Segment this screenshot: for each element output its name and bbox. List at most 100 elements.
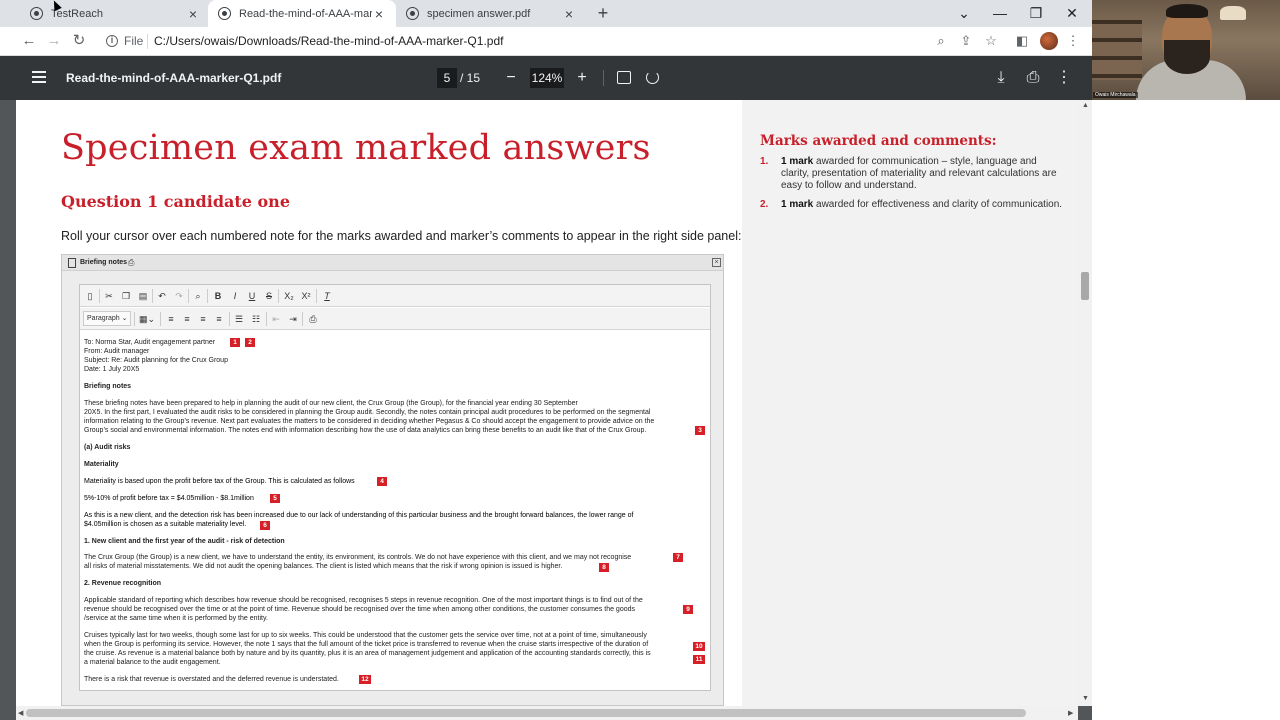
body-line: when the Group is performing its service… — [84, 641, 649, 648]
note-badge-7[interactable]: 7 — [673, 553, 683, 562]
profile-avatar[interactable] — [1040, 32, 1058, 50]
tab-marker-pdf[interactable]: Read-the-mind-of-AAA-marker-Q1.pdf × — [208, 0, 396, 27]
table-icon[interactable]: ▦⌄ — [137, 312, 157, 326]
new-tab-button[interactable]: + — [593, 3, 613, 23]
hamburger-menu-icon[interactable] — [32, 71, 46, 83]
note-badge-10[interactable]: 10 — [693, 642, 705, 651]
body-line: As this is a new client, and the detecti… — [84, 512, 634, 519]
toolbar-separator — [152, 289, 153, 303]
close-icon[interactable]: × — [712, 258, 721, 267]
undo-icon[interactable]: ↶ — [155, 289, 169, 303]
note-badge-11[interactable]: 11 — [693, 655, 705, 664]
strikethrough-icon[interactable]: S — [262, 289, 276, 303]
print-icon[interactable]: ⎙ — [128, 258, 134, 268]
clear-format-icon[interactable]: T — [320, 289, 334, 303]
bold-icon[interactable]: B — [211, 289, 225, 303]
bullet-list-icon[interactable]: ☰ — [232, 312, 246, 326]
mark-detail: awarded for effectiveness and clarity of… — [813, 199, 1063, 210]
align-justify-icon[interactable]: ≡ — [212, 312, 226, 326]
mark-value: 1 mark — [781, 199, 814, 210]
download-icon[interactable]: ⤓ — [990, 67, 1012, 89]
zoom-out-button[interactable]: − — [500, 67, 522, 89]
back-arrow-icon[interactable]: ← — [19, 31, 39, 51]
fit-to-page-icon[interactable] — [617, 71, 631, 84]
print-icon[interactable]: ⎙ — [1022, 67, 1044, 89]
presenter-hair — [1166, 4, 1208, 18]
find-icon[interactable]: ⌕ — [191, 289, 205, 303]
globe-favicon-icon — [406, 7, 419, 20]
close-window-button[interactable]: ✕ — [1060, 2, 1084, 24]
superscript-icon[interactable]: X² — [299, 289, 313, 303]
side-panel-icon[interactable]: ◧ — [1013, 32, 1031, 50]
zoom-magnifier-icon[interactable]: ⌕ — [932, 32, 950, 50]
minimize-button[interactable]: — — [988, 2, 1012, 24]
tab-title: specimen answer.pdf — [427, 7, 531, 20]
note-badge-4[interactable]: 4 — [377, 477, 387, 486]
tab-specimen-answer[interactable]: specimen answer.pdf × — [396, 0, 586, 27]
pdf-page: Specimen exam marked answers Question 1 … — [16, 100, 1078, 706]
forward-arrow-icon[interactable]: → — [44, 31, 64, 51]
tab-testreach[interactable]: TestReach × — [20, 0, 210, 27]
note-badge-8[interactable]: 8 — [599, 563, 609, 572]
bookmark-star-icon[interactable]: ☆ — [982, 32, 1000, 50]
note-badge-2[interactable]: 2 — [245, 338, 255, 347]
align-right-icon[interactable]: ≡ — [196, 312, 210, 326]
zoom-in-button[interactable]: + — [571, 67, 593, 89]
align-center-icon[interactable]: ≡ — [180, 312, 194, 326]
more-actions-icon[interactable]: ⋮ — [1053, 67, 1075, 89]
toolbar-separator — [278, 289, 279, 303]
cut-icon[interactable]: ✂ — [102, 289, 116, 303]
note-badge-3[interactable]: 3 — [695, 426, 705, 435]
new-client-heading: 1. New client and the first year of the … — [84, 538, 285, 545]
paragraph-format-select[interactable]: Paragraph ⌄ — [83, 311, 131, 326]
tab-close-icon[interactable]: × — [562, 6, 576, 22]
underline-icon[interactable]: U — [245, 289, 259, 303]
subscript-icon[interactable]: X₂ — [282, 289, 296, 303]
align-left-icon[interactable]: ≡ — [164, 312, 178, 326]
numbered-list-icon[interactable]: ☷ — [249, 312, 263, 326]
restore-button[interactable]: ❐ — [1024, 2, 1048, 24]
scroll-left-arrow-icon[interactable]: ◀ — [18, 709, 23, 717]
redo-icon[interactable]: ↷ — [172, 289, 186, 303]
horizontal-scrollbar[interactable]: ◀ ▶ — [16, 706, 1078, 720]
tab-close-icon[interactable]: × — [372, 6, 386, 22]
paste-icon[interactable]: ▤ — [136, 289, 150, 303]
print-icon[interactable]: ⎙ — [306, 312, 320, 326]
info-icon[interactable]: i — [106, 35, 118, 47]
memo-date: Date: 1 July 20X5 — [84, 366, 140, 373]
zoom-level-input[interactable]: 124% — [530, 68, 564, 88]
scroll-down-arrow-icon[interactable]: ▼ — [1082, 695, 1089, 702]
tab-close-icon[interactable]: × — [186, 6, 200, 22]
pdf-title: Read-the-mind-of-AAA-marker-Q1.pdf — [66, 71, 282, 85]
scroll-right-arrow-icon[interactable]: ▶ — [1068, 709, 1073, 717]
page-number-input[interactable]: 5 — [437, 68, 457, 88]
note-badge-12[interactable]: 12 — [359, 675, 371, 684]
rotate-icon[interactable] — [646, 71, 659, 84]
body-line: There is a risk that revenue is overstat… — [84, 676, 339, 683]
italic-icon[interactable]: I — [228, 289, 242, 303]
note-badge-1[interactable]: 1 — [230, 338, 240, 347]
editor-content[interactable]: To: Norma Star, Audit engagement partner… — [80, 331, 710, 691]
share-icon[interactable]: ⇪ — [957, 32, 975, 50]
briefing-notes-widget: Briefing notes ⎙ × ▯ ✂ ❐ ▤ ↶ ↷ ⌕ B I U S… — [61, 254, 724, 706]
vertical-scroll-thumb[interactable] — [1081, 272, 1089, 300]
tab-title: TestReach — [51, 7, 103, 20]
briefing-heading: Briefing notes — [84, 383, 132, 390]
indent-icon[interactable]: ⇥ — [286, 312, 300, 326]
body-line: revenue should be recognised over the ti… — [84, 606, 635, 613]
vertical-scrollbar[interactable]: ▲ ▼ — [1078, 100, 1092, 706]
copy-icon[interactable]: ❐ — [119, 289, 133, 303]
note-badge-6[interactable]: 6 — [260, 521, 270, 530]
note-badge-9[interactable]: 9 — [683, 605, 693, 614]
address-bar-url[interactable]: C:/Users/owais/Downloads/Read-the-mind-o… — [154, 34, 503, 48]
note-badge-5[interactable]: 5 — [270, 494, 280, 503]
browser-menu-icon[interactable]: ⋮ — [1064, 32, 1082, 50]
tab-search-chevron-icon[interactable]: ⌄ — [952, 2, 976, 24]
reload-icon[interactable]: ↻ — [69, 31, 89, 51]
new-document-icon[interactable]: ▯ — [83, 289, 97, 303]
instruction-text: Roll your cursor over each numbered note… — [61, 229, 742, 243]
scroll-up-arrow-icon[interactable]: ▲ — [1082, 102, 1089, 109]
outdent-icon[interactable]: ⇤ — [269, 312, 283, 326]
horizontal-scroll-thumb[interactable] — [26, 709, 1026, 717]
body-line: 20X5. In the first part, I evaluated the… — [84, 409, 651, 416]
